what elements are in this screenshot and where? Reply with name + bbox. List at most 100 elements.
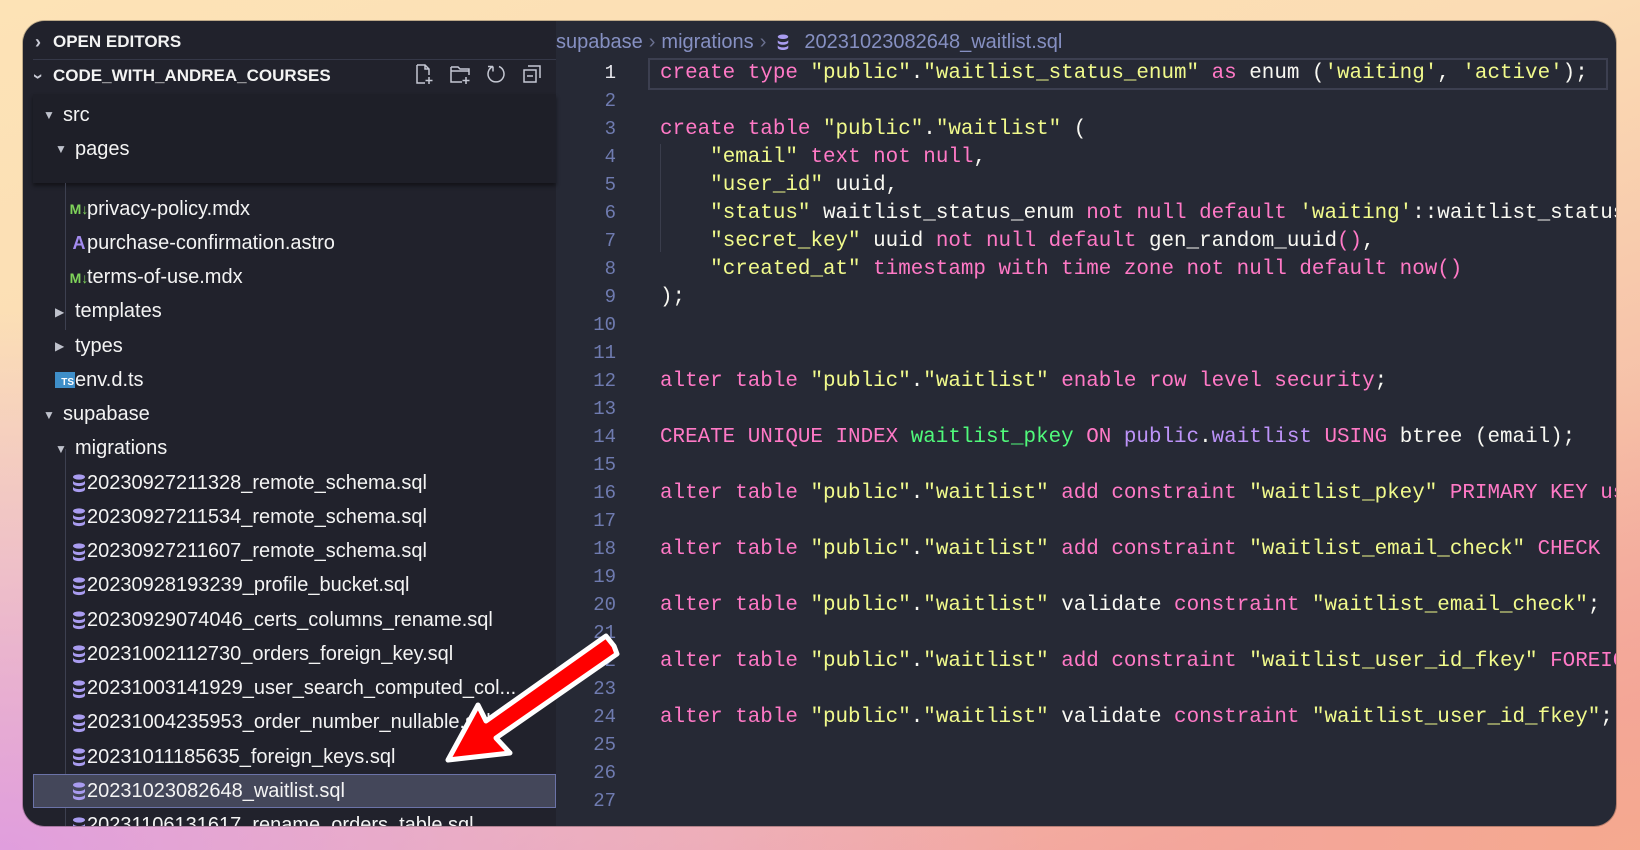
code-token: 'waiting' <box>1299 201 1413 225</box>
code-line[interactable]: 13 <box>556 395 1616 423</box>
code-token: ); <box>660 285 686 309</box>
file-terms-of-use.mdx[interactable]: M↓ terms-of-use.mdx <box>33 261 556 295</box>
code-line[interactable]: 18 alter table "public"."waitlist" add co… <box>556 535 1616 563</box>
folder-src[interactable]: ▼ src <box>33 98 556 132</box>
code-token: . <box>910 593 924 617</box>
file-env.d.ts[interactable]: TS env.d.ts <box>33 363 556 397</box>
line-number: 13 <box>593 398 616 420</box>
file-20230929074046_certs_columns_rename.sql[interactable]: 20230929074046_certs_columns_rename.sql <box>33 603 556 637</box>
code-token: "public" <box>810 649 911 673</box>
file-privacy-policy.mdx[interactable]: M↓ privacy-policy.mdx <box>33 192 556 226</box>
code-token: ::waitlist_status_enum, <box>1412 201 1616 225</box>
code-token: . <box>910 481 924 505</box>
chevron-right-icon: › <box>759 30 767 53</box>
code-line[interactable]: 24 alter table "public"."waitlist" valida… <box>556 703 1616 731</box>
collapse-all-icon[interactable] <box>520 62 544 91</box>
code-token: "status" <box>710 201 811 225</box>
code-line[interactable]: 5 "user_id" uuid, <box>556 171 1616 199</box>
code-line[interactable]: 23 <box>556 675 1616 703</box>
code-token: "waitlist" <box>923 481 1049 505</box>
code-line[interactable]: 1 create type "public"."waitlist_status_e… <box>556 59 1616 87</box>
code-line[interactable]: 8 "created_at" timestamp with time zone … <box>556 255 1616 283</box>
code-token: alter table <box>660 537 811 561</box>
file-20231023082648_waitlist.sql[interactable]: 20231023082648_waitlist.sql <box>33 774 556 809</box>
folder-supabase[interactable]: ▼ supabase <box>33 398 556 432</box>
code-line[interactable]: 26 <box>556 759 1616 787</box>
new-folder-icon[interactable] <box>448 62 472 91</box>
code-line[interactable]: 14 CREATE UNIQUE INDEX waitlist_pkey ON p… <box>556 423 1616 451</box>
open-editors-section[interactable]: › OPEN EDITORS <box>23 25 556 59</box>
folder-templates[interactable]: ▶ templates <box>33 295 556 329</box>
line-number: 8 <box>604 258 616 280</box>
file-20230927211328_remote_schema.sql[interactable]: 20230927211328_remote_schema.sql <box>33 466 556 500</box>
file-20231011185635_foreign_keys.sql[interactable]: 20231011185635_foreign_keys.sql <box>33 740 556 774</box>
file-20230927211607_remote_schema.sql[interactable]: 20230927211607_remote_schema.sql <box>33 535 556 569</box>
folder-types[interactable]: ▶ types <box>33 329 556 363</box>
code-token: PRIMARY KEY using index <box>1449 481 1616 505</box>
code-line[interactable]: 25 <box>556 731 1616 759</box>
file-20231003141929_user_search_computed_col...[interactable]: 20231003141929_user_search_computed_col.… <box>33 672 556 706</box>
tree-item-label: env.d.ts <box>75 368 144 391</box>
workspace-section[interactable]: › CODE_WITH_ANDREA_COURSES <box>23 59 556 93</box>
code-line[interactable]: 20 alter table "public"."waitlist" valida… <box>556 591 1616 619</box>
code-token: USING <box>1311 425 1400 449</box>
code-line[interactable]: 10 <box>556 311 1616 339</box>
code-token: not null default <box>935 229 1149 253</box>
code-line[interactable]: 17 <box>556 507 1616 535</box>
code-line[interactable]: 16 alter table "public"."waitlist" add co… <box>556 479 1616 507</box>
code-token: "public" <box>810 705 911 729</box>
file-purchase-confirmation.astro[interactable]: Apurchase-confirmation.astro <box>33 226 556 260</box>
folder-pages[interactable]: ▼ pages <box>33 132 556 166</box>
code-token: CREATE UNIQUE INDEX <box>660 425 911 449</box>
code-token: ; <box>1374 369 1388 393</box>
code-text: alter table "public"."waitlist" add cons… <box>660 482 1616 505</box>
code-token: , <box>973 145 986 169</box>
code-token: uuid, <box>822 173 899 197</box>
refresh-icon[interactable] <box>484 62 508 91</box>
code-line[interactable]: 4 "email" text not null, <box>556 143 1616 171</box>
code-line[interactable]: 19 <box>556 563 1616 591</box>
code-text: "secret_key" uuid not null default gen_r… <box>660 229 1374 253</box>
editor-pane[interactable]: supabase › migrations › 20231023082648_waitl… <box>556 21 1616 826</box>
line-number: 19 <box>593 566 616 588</box>
code-line[interactable]: 11 <box>556 339 1616 367</box>
code-token: alter table <box>660 369 811 393</box>
tree-item-label: 20230929074046_certs_columns_rename.sql <box>87 608 493 631</box>
breadcrumb-item[interactable]: 20231023082648_waitlist.sql <box>804 31 1062 54</box>
code-line[interactable]: 9); <box>556 283 1616 311</box>
file-20230928193239_profile_bucket.sql[interactable]: 20230928193239_profile_bucket.sql <box>33 569 556 603</box>
file-20231002112730_orders_foreign_key.sql[interactable]: 20231002112730_orders_foreign_key.sql <box>33 637 556 671</box>
code-token: "waitlist_user_id_fkey" <box>1249 649 1538 673</box>
code-token: "waitlist" <box>923 593 1049 617</box>
new-file-icon[interactable] <box>412 62 436 91</box>
code-line[interactable]: 3 create table "public"."waitlist" ( <box>556 115 1616 143</box>
file-20231004235953_order_number_nullable.sql[interactable]: 20231004235953_order_number_nullable.sql <box>33 706 556 740</box>
code-line[interactable]: 6 "status" waitlist_status_enum not null… <box>556 199 1616 227</box>
chevron-down-icon: › <box>28 73 49 79</box>
tree-item-label: pages <box>75 137 130 160</box>
code-line[interactable]: 2 <box>556 87 1616 115</box>
file-20231106131617_rename_orders_table.sql[interactable]: 20231106131617_rename_orders_table.sql <box>33 809 556 826</box>
tree-item-label: 20231023082648_waitlist.sql <box>87 779 345 802</box>
explorer-sidebar: › OPEN EDITORS › CODE_WITH_ANDREA_COURSE… <box>23 21 556 826</box>
folder-migrations[interactable]: ▼ migrations <box>33 432 556 466</box>
tree-item-label: migrations <box>75 437 168 460</box>
file-20230927211534_remote_schema.sql[interactable]: 20230927211534_remote_schema.sql <box>33 500 556 534</box>
code-line[interactable]: 21 <box>556 619 1616 647</box>
code-token: FOREIGN KEY <box>1550 649 1616 673</box>
code-token: create type <box>660 61 811 85</box>
tree-item-label: 20231004235953_order_number_nullable.sql <box>87 711 491 734</box>
code-line[interactable]: 15 <box>556 451 1616 479</box>
caret-down-icon: ▼ <box>55 142 67 156</box>
code-line[interactable]: 7 "secret_key" uuid not null default gen… <box>556 227 1616 255</box>
line-number: 9 <box>604 286 616 308</box>
breadcrumb-item[interactable]: supabase <box>556 31 643 54</box>
code-token: validate <box>1048 593 1175 617</box>
tree-item-label: privacy-policy.mdx <box>87 197 250 220</box>
code-line[interactable]: 27 <box>556 787 1616 815</box>
code-line[interactable]: 22 alter table "public"."waitlist" add co… <box>556 647 1616 675</box>
code-line[interactable]: 12 alter table "public"."waitlist" enable… <box>556 367 1616 395</box>
line-number: 15 <box>593 454 616 476</box>
breadcrumb-item[interactable]: migrations <box>661 31 753 54</box>
